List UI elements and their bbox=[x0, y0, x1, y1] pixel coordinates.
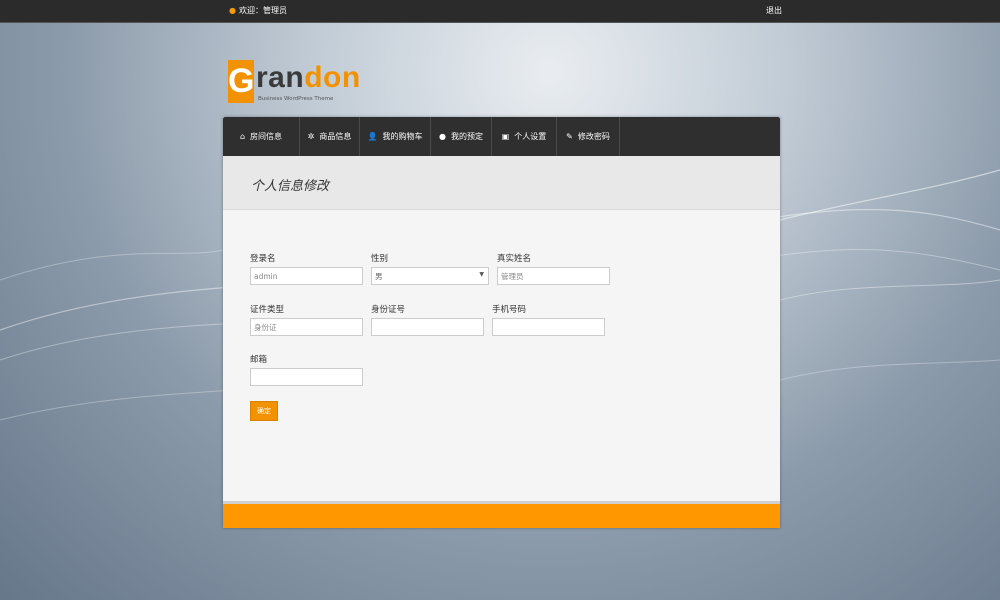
main-panel: ⌂ 房间信息 ✲ 商品信息 👤 我的购物车 ● 我的预定 ▣ 个人设置 ✎ 修改密码 个人信… bbox=[223, 117, 780, 528]
pencil-icon: ✎ bbox=[566, 132, 573, 141]
main-nav: ⌂ 房间信息 ✲ 商品信息 👤 我的购物车 ● 我的预定 ▣ 个人设置 ✎ 修改密码 bbox=[223, 117, 780, 156]
nav-cart[interactable]: 👤 我的购物车 bbox=[360, 117, 431, 156]
page-title: 个人信息修改 bbox=[251, 179, 330, 194]
footer-bar bbox=[223, 501, 780, 528]
realname-input[interactable] bbox=[497, 267, 610, 285]
email-input[interactable] bbox=[250, 368, 363, 386]
logo-wordmark: randon bbox=[256, 61, 361, 94]
location-pin-icon: ● bbox=[229, 6, 236, 15]
email-label: 邮箱 bbox=[250, 355, 268, 365]
nav-products[interactable]: ✲ 商品信息 bbox=[300, 117, 360, 156]
phone-label: 手机号码 bbox=[492, 305, 527, 315]
idnum-label: 身份证号 bbox=[371, 305, 406, 315]
top-bar: ● 欢迎：管理员 退出 bbox=[0, 0, 1000, 23]
nav-change-password[interactable]: ✎ 修改密码 bbox=[557, 117, 620, 156]
logo-letter: G bbox=[228, 60, 254, 103]
home-icon: ⌂ bbox=[239, 132, 246, 141]
site-logo: G randon Business WordPress Theme bbox=[228, 60, 361, 106]
idtype-input[interactable] bbox=[250, 318, 363, 336]
user-icon: 👤 bbox=[367, 132, 378, 141]
briefcase-icon: ▣ bbox=[501, 132, 510, 141]
nav-rooms[interactable]: ⌂ 房间信息 bbox=[223, 117, 300, 156]
phone-input[interactable] bbox=[492, 318, 605, 336]
submit-button[interactable]: 确定 bbox=[250, 401, 278, 421]
login-input[interactable] bbox=[250, 267, 363, 285]
logout-link[interactable]: 退出 bbox=[766, 5, 782, 16]
gender-label: 性别 bbox=[371, 254, 389, 264]
gear-icon: ✲ bbox=[307, 132, 315, 141]
login-label: 登录名 bbox=[250, 254, 276, 264]
idnum-input[interactable] bbox=[371, 318, 484, 336]
nav-reservations[interactable]: ● 我的预定 bbox=[431, 117, 492, 156]
pin-icon: ● bbox=[439, 132, 446, 141]
idtype-label: 证件类型 bbox=[250, 305, 285, 315]
gender-select[interactable]: 男 ▼ bbox=[371, 267, 489, 285]
nav-settings[interactable]: ▣ 个人设置 bbox=[492, 117, 557, 156]
logo-tagline: Business WordPress Theme bbox=[258, 96, 334, 102]
welcome-text: ● 欢迎：管理员 bbox=[229, 6, 287, 15]
page-header: 个人信息修改 bbox=[223, 156, 780, 210]
realname-label: 真实姓名 bbox=[497, 254, 532, 264]
dropdown-arrow-icon: ▼ bbox=[479, 271, 484, 278]
